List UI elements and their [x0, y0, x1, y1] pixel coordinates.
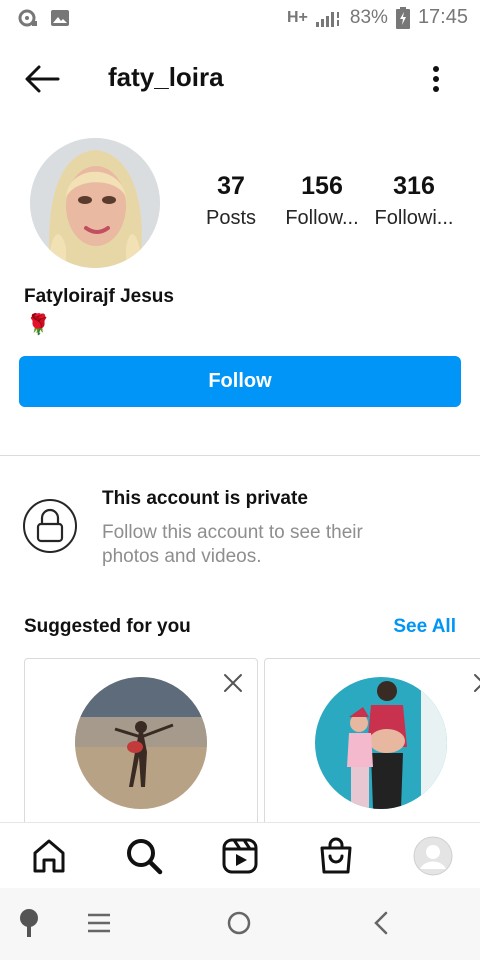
lock-icon	[36, 508, 64, 543]
suggestion-avatar[interactable]	[75, 677, 207, 809]
followers-count: 156	[301, 172, 343, 200]
following-count: 316	[393, 172, 435, 200]
posts-count: 37	[217, 172, 245, 200]
suggested-title: Suggested for you	[24, 616, 191, 637]
shop-icon[interactable]	[317, 837, 355, 875]
network-type: H+	[287, 8, 308, 26]
following-label: Followi...	[374, 207, 454, 229]
notification-icon	[18, 9, 37, 27]
close-icon[interactable]	[473, 673, 480, 693]
back-arrow-icon[interactable]	[24, 64, 60, 94]
profile-header: faty_loira	[0, 56, 480, 102]
signal-icon	[315, 11, 339, 27]
battery-icon	[395, 6, 410, 29]
posts-label: Posts	[205, 207, 257, 229]
suggestion-avatar[interactable]	[315, 677, 447, 809]
status-bar: H+ 83% 17:45	[0, 0, 480, 38]
see-all-link[interactable]: See All	[393, 616, 456, 638]
bio-rose-emoji: 🌹	[26, 314, 51, 336]
battery-percent: 83%	[349, 6, 388, 28]
bottom-navigation	[0, 822, 480, 888]
system-navigation-bar	[0, 888, 480, 960]
search-icon[interactable]	[125, 837, 163, 875]
stat-posts[interactable]: 37 Posts	[186, 172, 276, 230]
reels-icon[interactable]	[221, 837, 259, 875]
private-title: This account is private	[102, 488, 308, 509]
profile-full-name: Fatyloirajf Jesus	[24, 286, 174, 307]
back-chevron-icon[interactable]	[366, 908, 396, 938]
profile-photo	[30, 138, 160, 268]
status-right: H+ 83% 17:45	[287, 6, 468, 29]
stat-following[interactable]: 316 Followi...	[368, 172, 460, 230]
more-options-icon[interactable]	[432, 64, 440, 94]
private-lock-badge	[23, 499, 77, 553]
followers-label: Follow...	[285, 207, 359, 229]
gallery-icon	[51, 10, 69, 26]
home-circle-icon[interactable]	[224, 908, 254, 938]
suggestion-card[interactable]	[24, 658, 258, 828]
clock: 17:45	[417, 6, 468, 28]
home-icon[interactable]	[30, 837, 68, 875]
assistant-icon[interactable]	[14, 908, 44, 938]
private-description: Follow this account to see their photos …	[102, 522, 363, 567]
stat-followers[interactable]: 156 Follow...	[276, 172, 368, 230]
suggestion-photo	[75, 677, 207, 809]
profile-stats: 37 Posts 156 Follow... 316 Followi...	[186, 172, 470, 230]
suggestion-card[interactable]	[264, 658, 480, 828]
follow-button[interactable]: Follow	[19, 356, 461, 407]
profile-avatar[interactable]	[30, 138, 160, 268]
section-divider	[0, 455, 480, 456]
close-icon[interactable]	[223, 673, 243, 693]
recents-icon[interactable]	[84, 908, 114, 938]
profile-avatar-icon[interactable]	[413, 836, 453, 876]
suggestion-photo	[315, 677, 447, 809]
header-username: faty_loira	[108, 62, 224, 92]
status-left	[18, 8, 70, 28]
